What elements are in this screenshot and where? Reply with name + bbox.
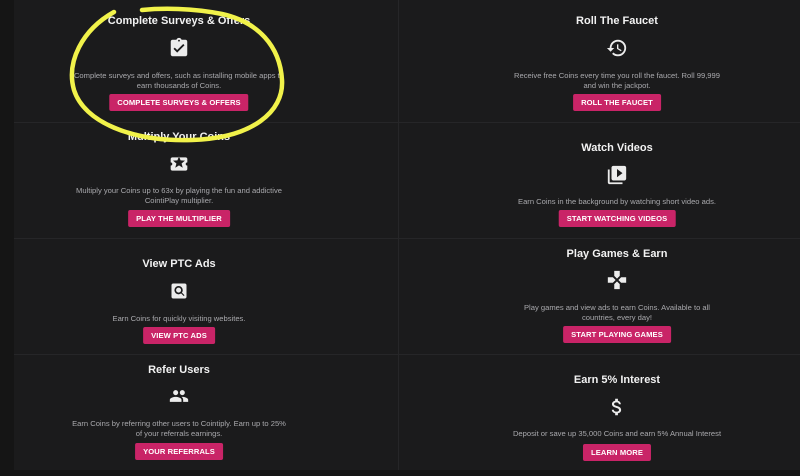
card-title: View PTC Ads [142,258,216,270]
card-title: Multiply Your Coins [127,131,231,143]
your-referrals-button[interactable]: YOUR REFERRALS [135,443,223,460]
card-description: Complete surveys and offers, such as ins… [73,71,285,90]
history-icon [605,37,629,59]
roll-faucet-button[interactable]: ROLL THE FAUCET [573,94,661,111]
learn-more-button[interactable]: LEARN MORE [582,444,652,461]
card-title: Play Games & Earn [566,248,668,260]
card-description: Earn Coins for quickly visiting websites… [112,314,246,323]
card-title: Roll The Faucet [576,15,658,27]
column-divider [398,0,399,470]
view-ptc-ads-button[interactable]: VIEW PTC ADS [143,327,215,344]
search-box-icon [169,281,190,301]
card-view-ptc-ads: View PTC Ads Earn Coins for quickly visi… [14,239,344,354]
clipboard-check-icon [168,37,190,59]
card-title: Watch Videos [581,142,653,154]
play-multiplier-button[interactable]: PLAY THE MULTIPLIER [128,210,230,227]
card-title: Refer Users [148,364,210,376]
card-roll-faucet: Roll The Faucet Receive free Coins every… [432,0,800,122]
card-title: Complete Surveys & Offers [107,15,251,27]
card-description: Receive free Coins every time you roll t… [514,71,720,90]
card-title: Earn 5% Interest [573,374,661,386]
dollar-icon [606,396,628,418]
start-playing-games-button[interactable]: START PLAYING GAMES [563,326,671,343]
complete-surveys-button[interactable]: COMPLETE SURVEYS & OFFERS [109,94,249,111]
gamepad-icon [606,269,628,291]
card-multiply-coins: Multiply Your Coins Multiply your Coins … [14,123,344,238]
card-surveys-offers: Complete Surveys & Offers Complete surve… [14,0,344,122]
card-description: Earn Coins by referring other users to C… [72,419,286,438]
card-watch-videos: Watch Videos Earn Coins in the backgroun… [432,123,800,238]
card-earn-interest: Earn 5% Interest Deposit or save up 35,0… [432,355,800,470]
card-description: Earn Coins in the background by watching… [518,197,716,206]
star-ticket-icon [168,154,190,174]
start-watching-videos-button[interactable]: START WATCHING VIDEOS [558,210,676,227]
card-description: Deposit or save up 35,000 Coins and earn… [512,429,722,438]
video-library-icon [606,164,628,186]
card-refer-users: Refer Users Earn Coins by referring othe… [14,355,344,470]
card-description: Play games and view ads to earn Coins. A… [523,303,710,322]
card-play-games: Play Games & Earn Play games and view ad… [432,239,800,354]
card-description: Multiply your Coins up to 63x by playing… [76,186,282,205]
people-icon [167,386,191,406]
